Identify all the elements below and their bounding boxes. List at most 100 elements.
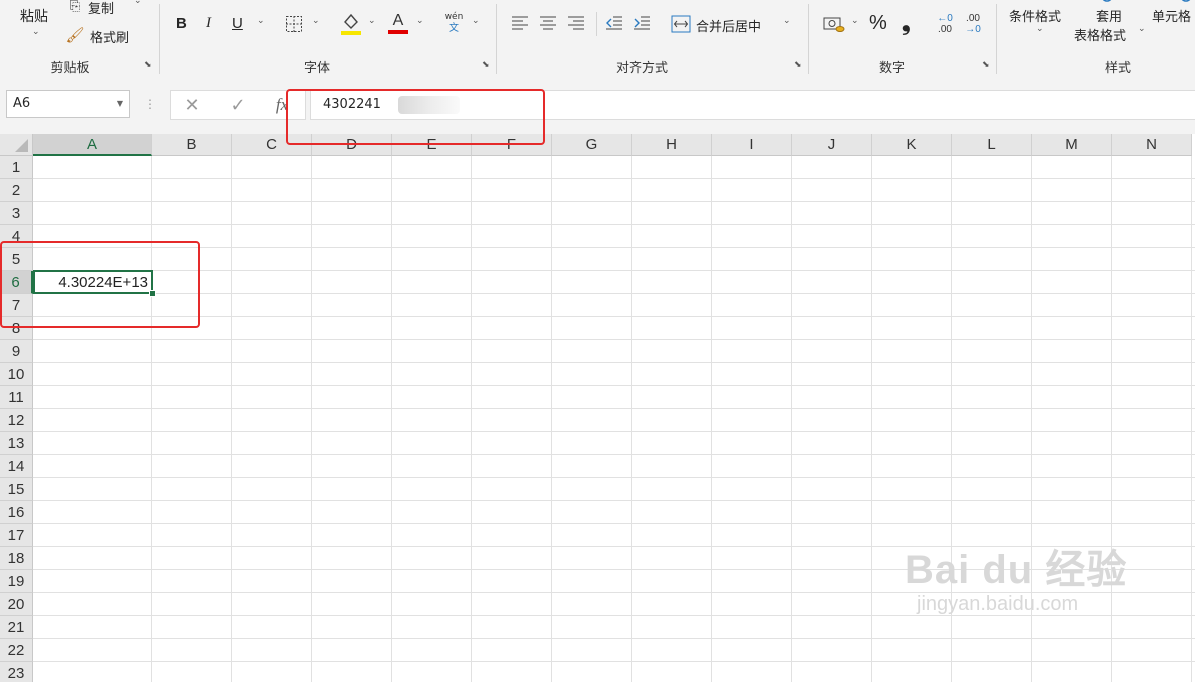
merge-center-dropdown-icon[interactable]: ⌄	[783, 16, 791, 26]
watermark-url: jingyan.baidu.com	[917, 593, 1079, 615]
cell-styles-button[interactable]: 单元格	[1152, 6, 1191, 25]
row-header-11[interactable]: 11	[0, 386, 33, 409]
alignment-launcher-icon[interactable]: ⬊	[794, 60, 804, 70]
align-center-icon[interactable]	[538, 14, 558, 32]
number-group-label: 数字	[878, 61, 905, 76]
name-box-dropdown-icon[interactable]: ▼	[117, 91, 123, 117]
phonetic-dropdown-icon[interactable]: ⌄	[472, 16, 480, 26]
row-header-12[interactable]: 12	[0, 409, 33, 432]
gridline-vertical	[231, 156, 232, 682]
row-header-22[interactable]: 22	[0, 639, 33, 662]
gridline-horizontal	[33, 270, 1195, 271]
column-header-n[interactable]: N	[1112, 134, 1192, 156]
row-header-23[interactable]: 23	[0, 662, 33, 682]
ribbon-separator	[596, 12, 597, 36]
align-right-icon[interactable]	[566, 14, 586, 32]
name-box[interactable]: A6 ▼	[6, 90, 130, 118]
row-header-13[interactable]: 13	[0, 432, 33, 455]
format-painter-button[interactable]: 格式刷	[90, 27, 129, 46]
decrease-indent-icon[interactable]	[604, 14, 624, 32]
row-header-17[interactable]: 17	[0, 524, 33, 547]
gridline-horizontal	[33, 293, 1195, 294]
gridline-horizontal	[33, 500, 1195, 501]
column-header-g[interactable]: G	[552, 134, 632, 156]
select-all-button[interactable]	[0, 134, 33, 156]
column-header-h[interactable]: H	[632, 134, 712, 156]
gridline-vertical	[151, 156, 152, 682]
ribbon-separator	[159, 4, 160, 74]
gridline-horizontal	[33, 201, 1195, 202]
borders-icon[interactable]	[284, 14, 303, 33]
italic-button[interactable]: I	[206, 15, 211, 32]
underline-dropdown-icon[interactable]: ⌄	[257, 16, 265, 26]
gridline-horizontal	[33, 247, 1195, 248]
accounting-format-icon[interactable]	[822, 14, 846, 34]
row-header-21[interactable]: 21	[0, 616, 33, 639]
row-header-19[interactable]: 19	[0, 570, 33, 593]
row-header-16[interactable]: 16	[0, 501, 33, 524]
gridline-vertical	[551, 156, 552, 682]
conditional-format-dropdown-icon[interactable]: ⌄	[1036, 24, 1044, 34]
row-header-18[interactable]: 18	[0, 547, 33, 570]
column-header-a[interactable]: A	[33, 134, 152, 156]
table-format-label[interactable]: 表格格式	[1074, 25, 1126, 44]
comma-style-button[interactable]: ❟	[902, 10, 911, 36]
merge-center-button[interactable]: 合并后居中	[696, 16, 761, 35]
row-header-10[interactable]: 10	[0, 363, 33, 386]
paste-dropdown-icon[interactable]: ⌄	[32, 27, 40, 37]
font-color-icon[interactable]: A	[387, 10, 409, 36]
font-color-dropdown-icon[interactable]: ⌄	[416, 16, 424, 26]
phonetic-guide-icon[interactable]: wén 文	[442, 10, 466, 36]
decrease-decimal-icon[interactable]: .00 →0	[960, 12, 986, 36]
paste-button[interactable]: 粘贴	[20, 6, 48, 26]
clipboard-group-label: 剪贴板	[50, 61, 90, 76]
row-header-14[interactable]: 14	[0, 455, 33, 478]
table-format-button[interactable]: 套用	[1096, 6, 1122, 25]
borders-dropdown-icon[interactable]: ⌄	[312, 16, 320, 26]
gridline-horizontal	[33, 362, 1195, 363]
row-header-1[interactable]: 1	[0, 156, 33, 179]
merge-center-icon[interactable]	[670, 14, 692, 34]
bold-button[interactable]: B	[176, 15, 187, 32]
ribbon-separator	[496, 4, 497, 74]
watermark-logo-text: Bai du 经验	[905, 548, 1128, 592]
underline-button[interactable]: U	[232, 15, 243, 32]
column-header-m[interactable]: M	[1032, 134, 1112, 156]
copy-button[interactable]: 复制	[88, 0, 114, 17]
percent-style-button[interactable]: %	[869, 12, 887, 35]
number-launcher-icon[interactable]: ⬊	[982, 60, 992, 70]
enter-icon[interactable]: ✓	[226, 94, 250, 116]
row-header-3[interactable]: 3	[0, 202, 33, 225]
gridline-horizontal	[33, 224, 1195, 225]
gridline-horizontal	[33, 523, 1195, 524]
fill-color-dropdown-icon[interactable]: ⌄	[368, 16, 376, 26]
column-header-b[interactable]: B	[152, 134, 232, 156]
clipboard-launcher-icon[interactable]: ⬊	[144, 60, 154, 70]
copy-dropdown-icon[interactable]: ⌄	[134, 0, 142, 6]
row-header-2[interactable]: 2	[0, 179, 33, 202]
increase-indent-icon[interactable]	[632, 14, 652, 32]
column-header-k[interactable]: K	[872, 134, 952, 156]
fill-color-icon[interactable]	[340, 10, 362, 36]
row-header-20[interactable]: 20	[0, 593, 33, 616]
gridline-vertical	[711, 156, 712, 682]
font-launcher-icon[interactable]: ⬊	[482, 60, 492, 70]
accounting-format-dropdown-icon[interactable]: ⌄	[851, 16, 859, 26]
column-header-i[interactable]: I	[712, 134, 792, 156]
gridline-vertical	[471, 156, 472, 682]
align-left-icon[interactable]	[510, 14, 530, 32]
conditional-format-button[interactable]: 条件格式	[1009, 6, 1061, 25]
formula-bar-grip-icon[interactable]: ⋮	[144, 96, 156, 112]
column-header-j[interactable]: J	[792, 134, 872, 156]
increase-decimal-icon[interactable]: ←0 .00	[932, 12, 958, 36]
table-format-dropdown-icon[interactable]: ⌄	[1138, 24, 1146, 34]
row-header-9[interactable]: 9	[0, 340, 33, 363]
cancel-icon[interactable]: ✕	[180, 94, 204, 116]
formula-bar-area: A6 ▼ ⋮ ✕ ✓ fx 4302241	[0, 78, 1195, 134]
gridline-horizontal	[33, 408, 1195, 409]
row-header-15[interactable]: 15	[0, 478, 33, 501]
column-header-l[interactable]: L	[952, 134, 1032, 156]
gridline-horizontal	[33, 477, 1195, 478]
gridline-horizontal	[33, 546, 1195, 547]
baidu-watermark: Bai du 经验 jingyan.baidu.com	[905, 548, 1127, 616]
